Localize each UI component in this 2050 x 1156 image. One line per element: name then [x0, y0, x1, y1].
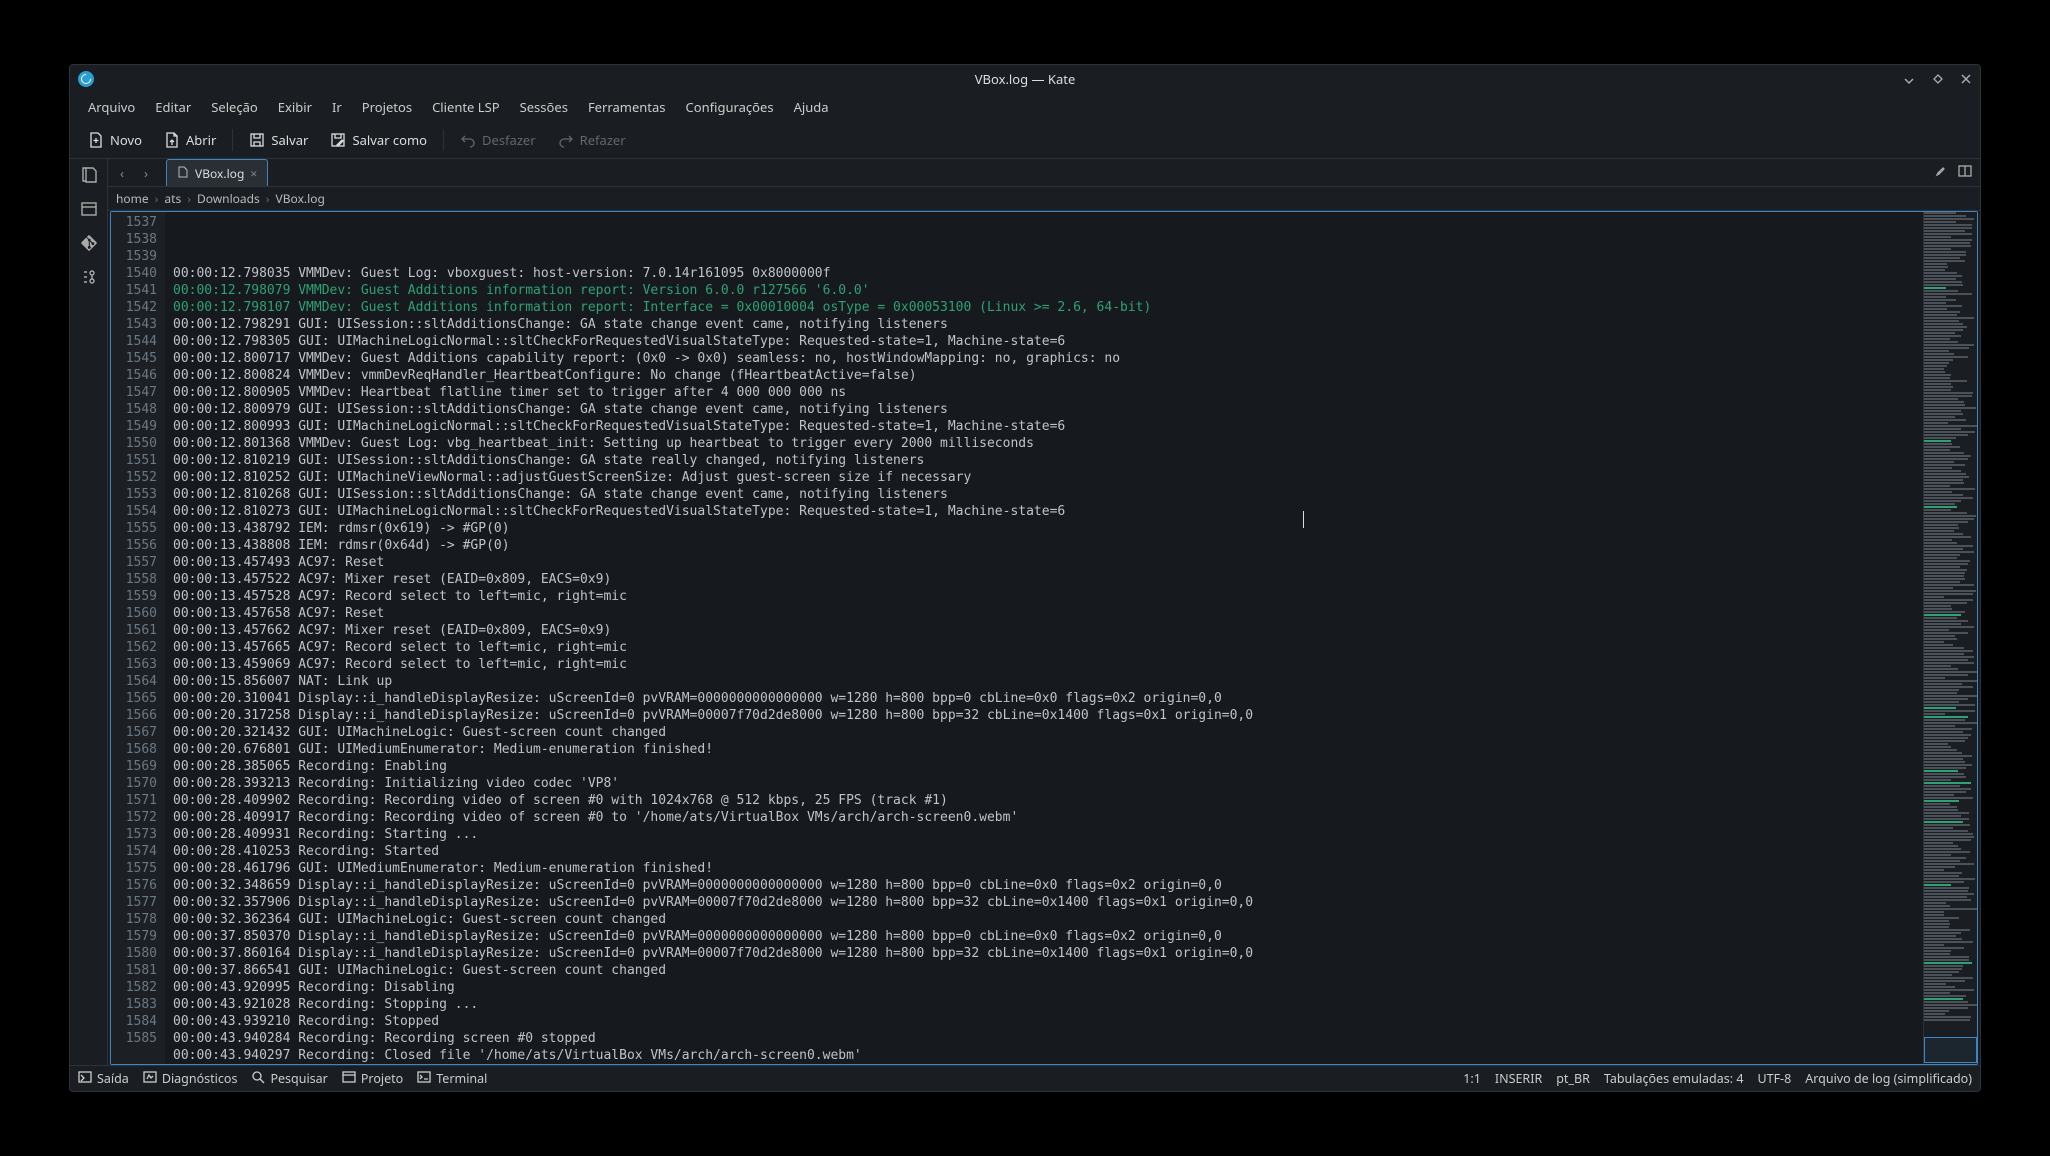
toolbar-separator [443, 129, 444, 151]
breadcrumb-segment[interactable]: VBox.log [276, 190, 325, 207]
tab-bar: ‹ › VBox.log × [108, 159, 1980, 187]
locale-indicator[interactable]: pt_BR [1556, 1070, 1590, 1087]
minimap[interactable] [1923, 212, 1977, 1064]
open-label: Abrir [186, 131, 216, 149]
output-panel-toggle[interactable]: Saída [78, 1070, 129, 1088]
menu-ir[interactable]: Ir [324, 95, 350, 119]
menu-configura-es[interactable]: Configurações [678, 95, 782, 119]
symbols-panel-toggle[interactable] [77, 265, 101, 289]
menu-ajuda[interactable]: Ajuda [786, 95, 837, 119]
chevron-right-icon: › [266, 190, 270, 207]
app-window: VBox.log — Kate ArquivoEditarSeleçãoExib… [69, 64, 1981, 1092]
text-cursor [1303, 511, 1304, 528]
redo-icon [558, 132, 574, 148]
diagnostics-panel-toggle[interactable]: Diagnósticos [143, 1070, 238, 1088]
code-area[interactable]: 00:00:12.798035 VMMDev: Guest Log: vboxg… [165, 212, 1923, 1064]
project-icon [342, 1070, 356, 1088]
breadcrumb-segment[interactable]: ats [164, 190, 181, 207]
tab-filename: VBox.log [195, 165, 244, 182]
menu-editar[interactable]: Editar [147, 95, 199, 119]
editor[interactable]: 1537153815391540154115421543154415451546… [110, 211, 1978, 1065]
menu-sess-es[interactable]: Sessões [512, 95, 576, 119]
open-button[interactable]: Abrir [154, 126, 226, 154]
filesystem-panel-toggle[interactable] [77, 197, 101, 221]
menu-exibir[interactable]: Exibir [270, 95, 320, 119]
menubar: ArquivoEditarSeleçãoExibirIrProjetosClie… [70, 93, 1980, 121]
chevron-right-icon: › [187, 190, 191, 207]
search-icon [251, 1070, 265, 1088]
nav-back-button[interactable]: ‹ [112, 163, 132, 183]
git-panel-toggle[interactable] [77, 231, 101, 255]
menu-sele-o[interactable]: Seleção [203, 95, 266, 119]
save-as-icon [330, 132, 346, 148]
save-button[interactable]: Salvar [239, 126, 318, 154]
save-label: Salvar [271, 131, 308, 149]
undo-icon [460, 132, 476, 148]
toolbar: Novo Abrir Salvar Salvar como Desfazer R… [70, 121, 1980, 159]
close-button[interactable] [1958, 71, 1974, 87]
search-panel-toggle[interactable]: Pesquisar [251, 1070, 327, 1088]
redo-button[interactable]: Refazer [548, 126, 636, 154]
toolbar-separator [232, 129, 233, 151]
diagnostics-icon [143, 1070, 157, 1088]
new-label: Novo [110, 131, 142, 149]
filetype-indicator[interactable]: Arquivo de log (simplificado) [1805, 1070, 1972, 1087]
file-icon [177, 165, 189, 182]
undo-label: Desfazer [482, 131, 536, 149]
menu-projetos[interactable]: Projetos [354, 95, 420, 119]
gutter: 1537153815391540154115421543154415451546… [111, 212, 165, 1064]
terminal-icon [417, 1070, 431, 1088]
save-as-label: Salvar como [352, 131, 427, 149]
menu-arquivo[interactable]: Arquivo [80, 95, 143, 119]
file-open-icon [164, 132, 180, 148]
undo-button[interactable]: Desfazer [450, 126, 546, 154]
file-tab[interactable]: VBox.log × [166, 159, 268, 186]
statusbar: Saída Diagnósticos Pesquisar Projeto Ter… [70, 1065, 1980, 1091]
minimap-viewport[interactable] [1924, 1037, 1977, 1063]
minimize-button[interactable] [1902, 71, 1918, 87]
menu-cliente-lsp[interactable]: Cliente LSP [424, 95, 508, 119]
split-view-icon[interactable] [1958, 164, 1972, 182]
tab-close-icon[interactable]: × [250, 165, 257, 182]
terminal-panel-toggle[interactable]: Terminal [417, 1070, 487, 1088]
redo-label: Refazer [580, 131, 626, 149]
file-plus-icon [88, 132, 104, 148]
breadcrumb: home › ats › Downloads › VBox.log [108, 187, 1980, 211]
window-title: VBox.log — Kate [70, 70, 1980, 88]
tab-width-indicator[interactable]: Tabulações emuladas: 4 [1604, 1070, 1744, 1087]
insert-mode-indicator[interactable]: INSERIR [1495, 1070, 1542, 1087]
save-icon [249, 132, 265, 148]
pin-icon[interactable] [1934, 164, 1948, 182]
menu-ferramentas[interactable]: Ferramentas [580, 95, 674, 119]
nav-forward-button[interactable]: › [136, 163, 156, 183]
chevron-right-icon: › [155, 190, 159, 207]
save-as-button[interactable]: Salvar como [320, 126, 437, 154]
project-panel-toggle[interactable]: Projeto [342, 1070, 403, 1088]
line-col-indicator[interactable]: 1:1 [1463, 1070, 1481, 1087]
output-icon [78, 1070, 92, 1088]
maximize-button[interactable] [1930, 71, 1946, 87]
breadcrumb-segment[interactable]: Downloads [197, 190, 260, 207]
sidebar-strip [70, 159, 108, 1065]
encoding-indicator[interactable]: UTF-8 [1757, 1070, 1791, 1087]
breadcrumb-segment[interactable]: home [116, 190, 149, 207]
documents-panel-toggle[interactable] [77, 163, 101, 187]
new-button[interactable]: Novo [78, 126, 152, 154]
titlebar: VBox.log — Kate [70, 65, 1980, 93]
app-icon [78, 71, 94, 87]
